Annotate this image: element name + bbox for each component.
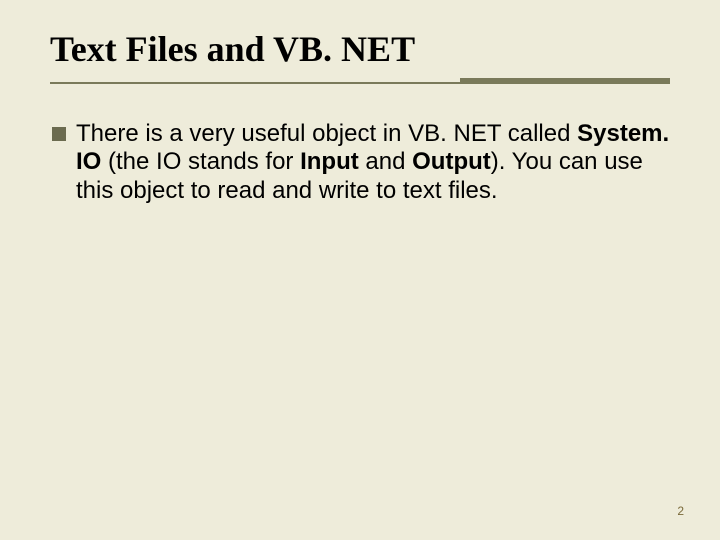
slide: Text Files and VB. NET There is a very u…: [0, 0, 720, 540]
rule-short: [460, 78, 670, 84]
bullet-item: There is a very useful object in VB. NET…: [52, 120, 670, 205]
bold-run: Output: [412, 148, 491, 175]
bold-run: Input: [300, 148, 359, 175]
slide-title: Text Files and VB. NET: [50, 28, 670, 70]
bullet-text: There is a very useful object in VB. NET…: [76, 120, 670, 205]
square-bullet-icon: [52, 127, 66, 141]
title-underline: [50, 76, 670, 96]
body-text: There is a very useful object in VB. NET…: [50, 120, 670, 205]
text-run: and: [359, 148, 412, 175]
page-number: 2: [677, 504, 684, 518]
text-run: There is a very useful object in VB. NET…: [76, 120, 577, 147]
text-run: (the IO stands for: [101, 148, 300, 175]
